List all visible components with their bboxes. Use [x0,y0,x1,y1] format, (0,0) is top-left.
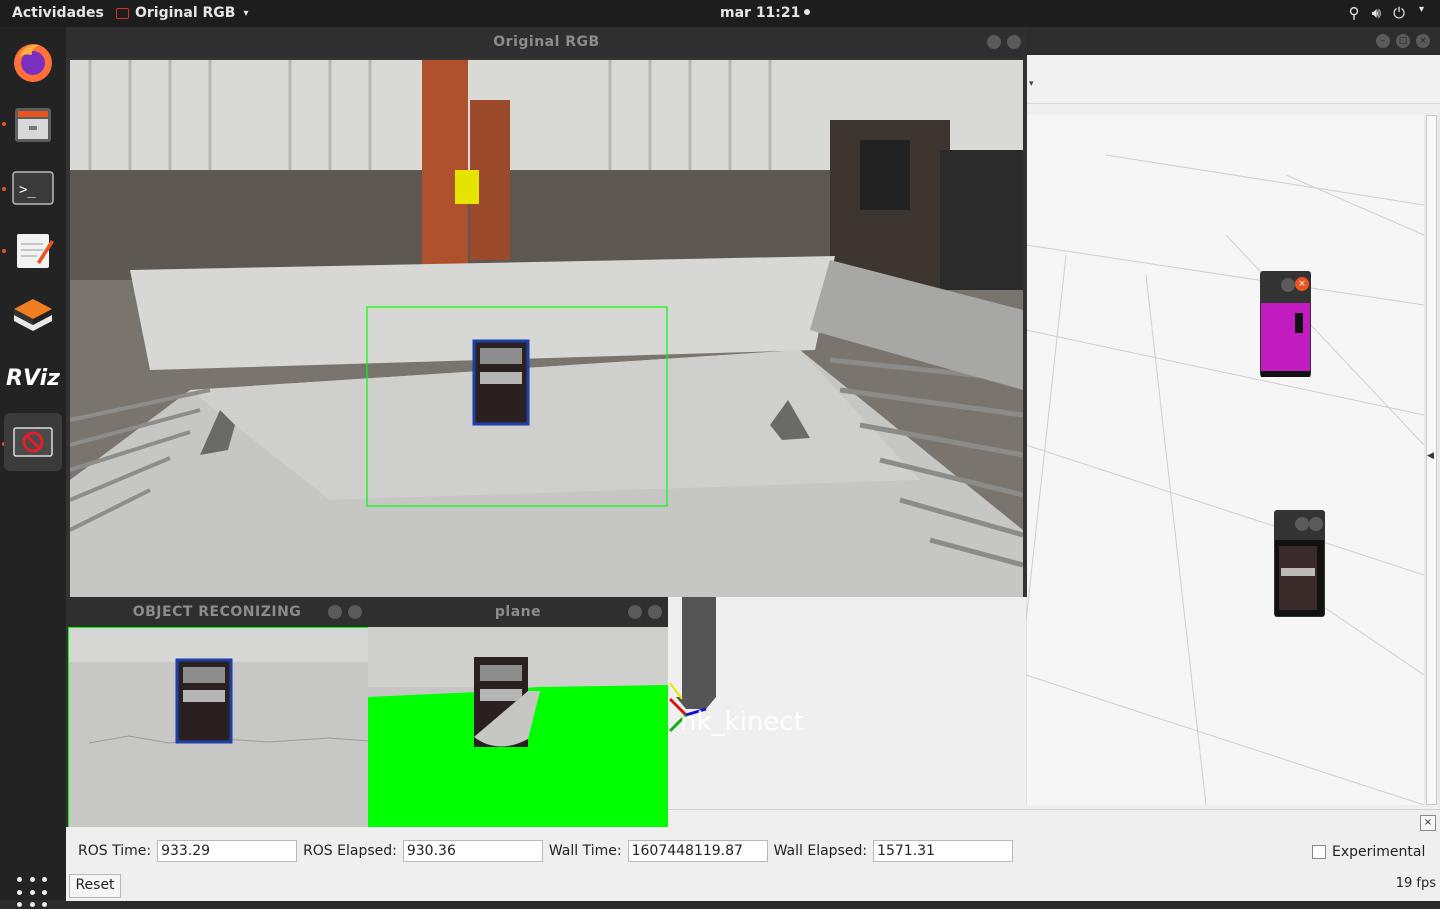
close-button[interactable] [648,605,662,619]
object-recognizing-title-bar: OBJECT RECONIZING [66,597,368,627]
reset-button[interactable]: Reset [69,874,121,898]
wall-elapsed-label: Wall Elapsed: [773,843,868,859]
show-applications-button[interactable] [17,877,49,909]
collapse-arrow-icon[interactable]: ◀ [1427,451,1434,461]
wall-elapsed-field[interactable]: 1571.31 [873,840,1014,862]
image-viewer-icon [13,427,53,457]
window-title: plane [494,604,542,620]
minimize-button[interactable] [628,605,642,619]
frame-label: nk_kinect [680,707,804,737]
firefox-icon [14,44,52,82]
files-icon [15,108,51,142]
toolbar-caret-icon[interactable]: ▾ [1029,79,1034,89]
dock-item-files[interactable] [4,95,62,153]
text-editor-icon [17,234,54,268]
rviz-object-image-window[interactable] [1274,510,1325,617]
notification-dot-icon [804,9,811,15]
terminal-icon: >_ [12,171,54,205]
maximize-button[interactable]: ▢ [1396,34,1410,48]
close-button[interactable]: × [1416,34,1430,48]
plane-segmentation-image [368,627,668,827]
ros-time-field[interactable]: 933.29 [157,840,298,862]
object-crop-image [1275,540,1324,616]
minimize-button[interactable] [1295,517,1309,531]
ros-elapsed-label: ROS Elapsed: [303,843,397,859]
volume-icon: 🔊︎ [1371,4,1382,22]
window-title: OBJECT RECONIZING [132,604,302,620]
system-tray[interactable]: ⚲ 🔊︎ ⏻ ▾ [1349,4,1424,22]
activities-button[interactable]: Actividades [12,5,104,21]
minimize-button[interactable] [987,35,1001,49]
app-window-icon [116,7,129,19]
fps-counter: 19 fps [1395,876,1436,891]
checkbox-box[interactable] [1312,845,1326,859]
object-recognizing-window: OBJECT RECONIZING [66,597,368,827]
minimize-button[interactable]: – [1376,34,1390,48]
window-title: Original RGB [493,34,600,50]
3d-viewport[interactable]: × [1026,115,1424,805]
dock-item-virtualbox[interactable] [4,285,62,343]
minimize-button[interactable] [1281,278,1295,292]
dock-item-terminal[interactable]: >_ [4,159,62,217]
segmented-object-image [1261,303,1310,377]
minimize-button[interactable] [328,605,342,619]
ground-grid [1026,145,1424,805]
rviz-segment-image-window[interactable]: × [1260,271,1311,377]
wall-time-field[interactable]: 1607448119.87 [627,840,768,862]
experimental-checkbox[interactable]: Experimental [1312,844,1425,860]
app-menu-label: Original RGB [135,5,236,21]
ros-elapsed-field[interactable]: 930.36 [402,840,543,862]
close-button[interactable]: × [1295,277,1309,291]
original-rgb-window: Original RGB [66,27,1027,597]
camera-rgb-image [70,60,1023,597]
top-bar: Actividades Original RGB ▾ mar 11:21 ⚲ 🔊… [0,0,1440,27]
dock-item-image-viewer[interactable] [4,413,62,471]
viewport-scrollbar[interactable]: ◀ [1424,115,1440,805]
network-icon: ⚲ [1348,4,1360,22]
ros-time-label: ROS Time: [78,843,152,859]
wall-time-label: Wall Time: [548,843,622,859]
kinect-frame-axes [668,597,716,733]
close-button[interactable] [1007,35,1021,49]
close-button[interactable] [1309,517,1323,531]
clock[interactable]: mar 11:21 [720,5,811,21]
dock-item-firefox[interactable] [4,33,62,91]
object-crop-rgb-image [68,627,368,827]
tray-caret-down-icon: ▾ [1418,4,1424,15]
clock-label: mar 11:21 [720,5,801,21]
plane-window: plane [368,597,668,827]
svg-text:>_: >_ [19,182,36,198]
dock: >_ RViz [0,27,66,908]
close-panel-button[interactable]: × [1420,815,1436,831]
plane-title-bar: plane [368,597,668,627]
experimental-label: Experimental [1332,844,1426,860]
dock-item-rviz[interactable]: RViz [4,349,62,407]
virtualbox-icon [14,299,52,331]
dock-item-text-editor[interactable] [4,221,62,279]
caret-down-icon: ▾ [243,7,249,19]
power-icon: ⏻ [1393,4,1405,22]
close-button[interactable] [348,605,362,619]
app-menu[interactable]: Original RGB ▾ [116,5,249,21]
rviz-icon: RViz [6,365,60,391]
original-rgb-title-bar: Original RGB [66,27,1027,57]
rviz-toolbar: ▾ [1026,55,1440,104]
